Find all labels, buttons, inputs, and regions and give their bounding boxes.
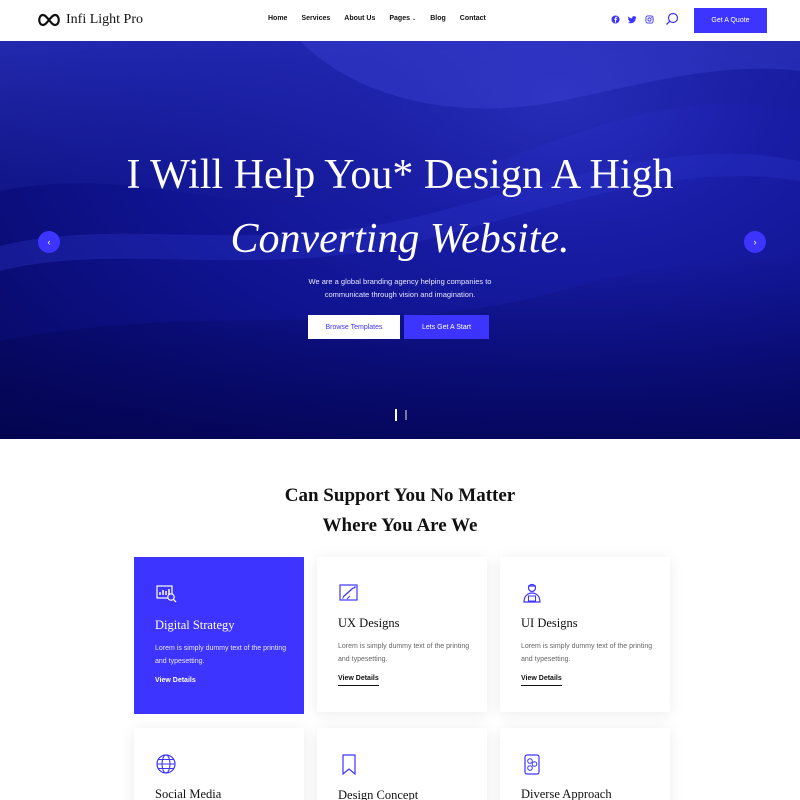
card-title: UI Designs [521, 616, 578, 630]
facebook-icon[interactable] [611, 15, 620, 24]
search-icon[interactable] [665, 12, 679, 26]
section-title: Can Support You No Matter Where You Are … [0, 481, 800, 541]
nav-item-pages-label: Pages [389, 15, 410, 22]
card-title: Design Concept [338, 788, 419, 800]
card-title: Digital Strategy [155, 618, 235, 632]
nav-item-contact[interactable]: Contact [460, 15, 486, 22]
service-card-digital-strategy[interactable]: Digital Strategy Lorem is simply dummy t… [134, 557, 304, 714]
browse-templates-button[interactable]: Browse Templates [308, 315, 400, 339]
card-title: UX Designs [338, 616, 400, 630]
slide-dot-2[interactable] [405, 410, 407, 420]
infinity-logo-icon [38, 13, 60, 27]
nav-item-services[interactable]: Services [301, 15, 330, 22]
chevron-left-icon: ‹ [47, 237, 51, 247]
view-details-link[interactable]: View Details [155, 677, 196, 687]
chevron-right-icon: › [753, 237, 757, 247]
service-card-diverse-approach[interactable]: Diverse Approach [500, 728, 670, 800]
hero-title-line1: I Will Help You* Design A High [126, 152, 674, 198]
lets-get-a-start-button[interactable]: Lets Get A Start [404, 315, 489, 339]
nav-item-blog[interactable]: Blog [430, 15, 446, 22]
service-card-design-concept[interactable]: Design Concept [317, 728, 487, 800]
card-text: Lorem is simply dummy text of the printi… [338, 643, 470, 663]
approach-icon [524, 754, 540, 775]
hero-slider: I Will Help You* Design A High Convertin… [0, 41, 800, 439]
nav-item-home[interactable]: Home [268, 15, 287, 22]
logo[interactable]: Infi Light Pro [36, 11, 143, 29]
brand-name: Infi Light Pro [66, 12, 143, 27]
instagram-icon[interactable] [645, 15, 654, 24]
prev-slide-button[interactable]: ‹ [38, 231, 60, 253]
design-pen-icon [339, 584, 358, 601]
nav-item-pages[interactable]: Pages ⌄ [389, 15, 416, 22]
section-title-line2: Where You Are We [322, 515, 478, 536]
chevron-down-icon: ⌄ [412, 15, 417, 22]
section-title-line1: Can Support You No Matter [284, 485, 516, 506]
social-links [611, 15, 654, 24]
designer-person-icon [523, 583, 541, 603]
bookmark-icon [342, 754, 356, 775]
site-header: Infi Light Pro Home Services About Us Pa… [0, 0, 800, 41]
get-a-quote-button[interactable]: Get A Quote [694, 8, 767, 33]
hero-subtitle: We are a global branding agency helping … [308, 277, 492, 299]
hero-title-line2: Converting Website. [230, 216, 570, 262]
card-title: Social Media [155, 787, 222, 800]
globe-icon [156, 754, 176, 774]
card-text: Lorem is simply dummy text of the printi… [155, 645, 287, 665]
slider-pagination [395, 409, 407, 421]
nav-item-about-us[interactable]: About Us [344, 15, 375, 22]
slide-dot-1[interactable] [395, 409, 397, 421]
main-nav: Home Services About Us Pages ⌄ Blog Cont… [268, 15, 500, 22]
service-card-social-media[interactable]: Social Media [134, 728, 304, 800]
view-details-link[interactable]: View Details [521, 675, 562, 686]
service-card-ux-designs[interactable]: UX Designs Lorem is simply dummy text of… [317, 557, 487, 712]
twitter-icon[interactable] [628, 15, 637, 24]
view-details-link[interactable]: View Details [338, 675, 379, 686]
card-title: Diverse Approach [521, 787, 612, 800]
strategy-chart-icon [156, 585, 177, 603]
next-slide-button[interactable]: › [744, 231, 766, 253]
card-text: Lorem is simply dummy text of the printi… [521, 643, 653, 663]
service-card-ui-designs[interactable]: UI Designs Lorem is simply dummy text of… [500, 557, 670, 712]
